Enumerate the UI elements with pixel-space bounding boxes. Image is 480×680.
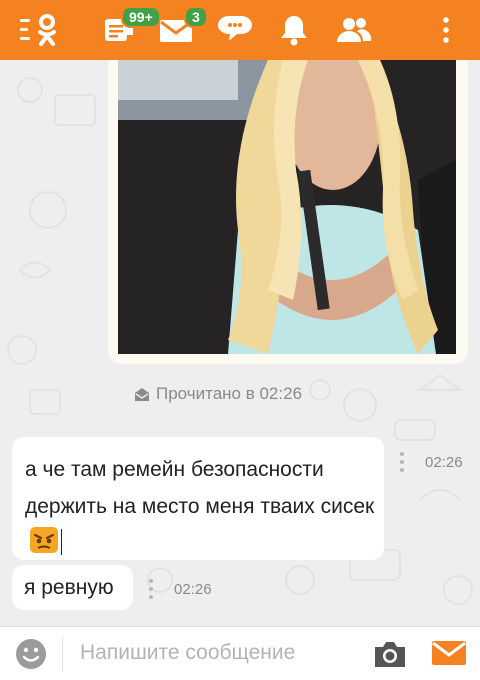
camera-icon[interactable] [372,638,408,675]
jealous-smiley-icon [30,527,58,553]
ok-logo-menu-icon[interactable] [10,0,70,60]
message-time: 02:26 [174,581,212,598]
chat-feed[interactable]: Прочитано в 02:26 а че там ремейн безопа… [0,60,480,626]
message-bubble[interactable]: а че там ремейн безопасности держить на … [12,437,384,560]
composer-divider [62,637,63,671]
message-menu-icon[interactable] [146,577,156,601]
message-input[interactable]: Напишите сообщение [80,627,295,680]
photo-message[interactable] [108,60,468,364]
smiley-icon[interactable] [14,637,48,676]
photo-image[interactable] [118,60,456,354]
message-text: я ревную [24,576,114,599]
top-bar: 99+ 3 [0,0,480,60]
friends-icon[interactable] [324,0,384,60]
read-envelope-icon [135,388,149,401]
message-menu-icon[interactable] [397,450,407,474]
message-bubble[interactable]: я ревную [12,565,133,610]
more-icon[interactable] [416,0,476,60]
discussions-icon[interactable] [205,0,265,60]
read-status: Прочитано в 02:26 [134,383,302,405]
send-icon[interactable] [431,640,467,671]
text-caret [61,529,62,555]
message-text: а че там ремейн безопасности держить на … [25,458,375,518]
message-composer: Напишите сообщение [0,626,480,680]
read-status-text: Прочитано в 02:26 [156,384,303,403]
message-time: 02:26 [425,454,463,471]
notifications-icon[interactable] [264,0,324,60]
